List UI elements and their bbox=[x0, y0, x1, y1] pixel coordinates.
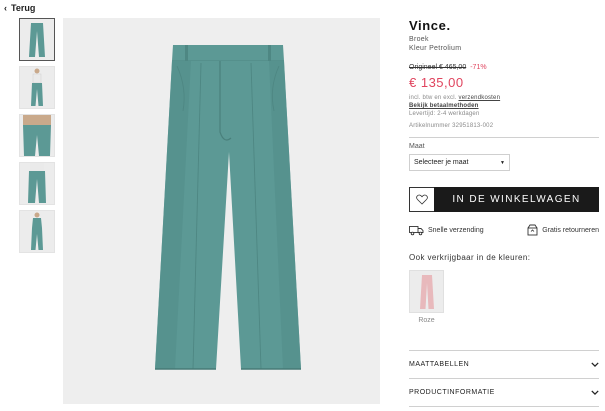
pink-trousers-thumbnail-icon bbox=[419, 274, 434, 309]
usp-returns: Gratis retourneren bbox=[527, 224, 599, 236]
other-colors-title: Ook verkrijgbaar in de kleuren: bbox=[409, 253, 531, 262]
divider bbox=[409, 406, 599, 407]
chevron-left-icon: ‹ bbox=[4, 3, 7, 13]
shipping-costs-link[interactable]: verzendkosten bbox=[459, 95, 501, 101]
original-price-row: Origineel € 465,00 -71% bbox=[409, 64, 599, 71]
article-number: Artikelnummer 32951813-002 bbox=[409, 123, 494, 129]
tax-line: incl. btw en excl. verzendkosten bbox=[409, 94, 599, 102]
delivery-time: Levertijd: 2-4 werkdagen bbox=[409, 111, 480, 117]
truck-icon bbox=[409, 225, 424, 235]
back-label: Terug bbox=[11, 3, 36, 13]
payment-methods-link[interactable]: Bekijk betaalmethoden bbox=[409, 103, 479, 109]
size-label: Maat bbox=[409, 143, 425, 150]
usp-returns-label: Gratis retourneren bbox=[542, 226, 599, 234]
sale-price: € 135,00 bbox=[409, 75, 464, 90]
tax-prefix: incl. btw en excl. bbox=[409, 95, 457, 101]
thumbnail-list bbox=[19, 18, 56, 258]
thumbnail-5[interactable] bbox=[19, 210, 55, 253]
product-color: Kleur Petrolium bbox=[409, 45, 462, 52]
model-front-thumbnail-icon bbox=[31, 68, 43, 106]
accordion-product-info-label: PRODUCTINFORMATIE bbox=[409, 389, 495, 396]
accordion-product-info[interactable]: PRODUCTINFORMATIE bbox=[409, 379, 599, 406]
heart-icon bbox=[416, 194, 428, 205]
divider bbox=[409, 137, 599, 138]
usp-shipping: Snelle verzending bbox=[409, 225, 484, 236]
color-swatch-roze[interactable] bbox=[409, 270, 444, 313]
buy-row: IN DE WINKELWAGEN bbox=[409, 187, 599, 212]
accordion-size-charts[interactable]: MAATTABELLEN bbox=[409, 351, 599, 378]
back-link[interactable]: ‹ Terug bbox=[4, 3, 35, 13]
color-swatch-label: Roze bbox=[418, 317, 435, 324]
thumbnail-2[interactable] bbox=[19, 66, 55, 109]
discount-badge: -71% bbox=[470, 64, 487, 71]
payment-line: Bekijk betaalmethoden bbox=[409, 102, 599, 110]
original-price: Origineel € 465,00 bbox=[409, 64, 467, 71]
chevron-down-icon bbox=[591, 362, 599, 367]
wishlist-button[interactable] bbox=[409, 187, 434, 212]
trousers-image bbox=[155, 45, 301, 370]
caret-down-icon: ▼ bbox=[500, 159, 505, 166]
thumbnail-1[interactable] bbox=[19, 18, 55, 61]
thumbnail-3[interactable] bbox=[19, 114, 55, 157]
usp-shipping-label: Snelle verzending bbox=[428, 226, 484, 234]
model-side-thumbnail-icon bbox=[28, 163, 46, 203]
usp-row: Snelle verzending Gratis retourneren bbox=[409, 224, 599, 236]
size-select[interactable]: Selecteer je maat ▼ bbox=[409, 154, 510, 171]
brand-name: Vince. bbox=[409, 18, 451, 33]
product-panel: Vince. Broek Kleur Petrolium Origineel €… bbox=[409, 18, 599, 324]
main-product-image[interactable] bbox=[63, 18, 380, 404]
size-select-value: Selecteer je maat bbox=[414, 159, 469, 166]
product-type: Broek bbox=[409, 36, 429, 43]
chevron-down-icon bbox=[591, 390, 599, 395]
detail-thumbnail-icon bbox=[23, 115, 51, 156]
trousers-thumbnail-icon bbox=[29, 23, 45, 57]
add-to-cart-button[interactable]: IN DE WINKELWAGEN bbox=[434, 187, 599, 212]
accordion-size-charts-label: MAATTABELLEN bbox=[409, 361, 470, 368]
thumbnail-4[interactable] bbox=[19, 162, 55, 205]
model-full-thumbnail-icon bbox=[31, 212, 43, 250]
return-box-icon bbox=[527, 224, 538, 236]
